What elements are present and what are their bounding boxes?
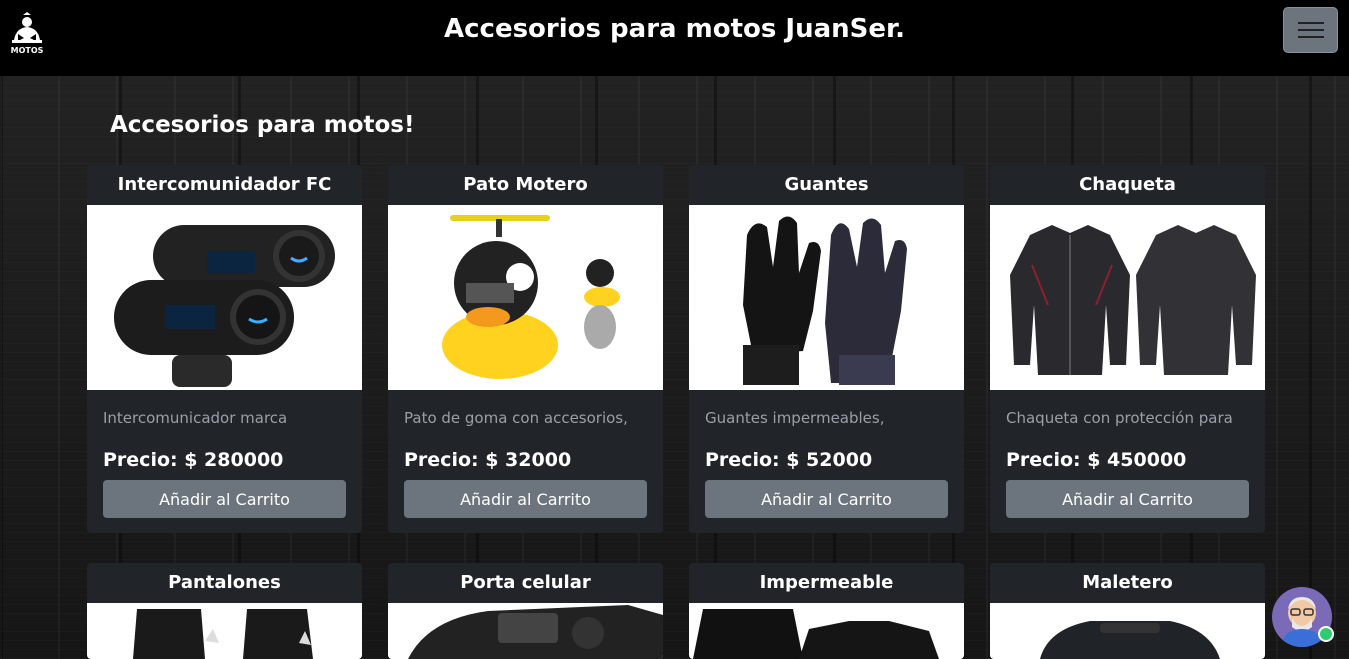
product-card: Intercomunidador FC Intercomunicador mar… — [87, 165, 362, 533]
section-title: Accesorios para motos! — [110, 112, 415, 138]
navbar-toggler-button[interactable] — [1283, 7, 1338, 53]
product-description: Chaqueta con protección para — [1006, 409, 1233, 427]
product-card: Impermeable — [689, 563, 964, 659]
navbar: MOTOS Accesorios para motos JuanSer. — [0, 0, 1349, 76]
product-name: Impermeable — [759, 572, 894, 593]
site-title: Accesorios para motos JuanSer. — [444, 14, 905, 44]
top-case-image — [990, 603, 1265, 659]
gloves-image — [689, 205, 964, 390]
logo-text: MOTOS — [10, 46, 44, 55]
rubber-duck-image — [388, 205, 663, 390]
product-description: Guantes impermeables, — [705, 409, 885, 427]
product-description: Pato de goma con accesorios, — [404, 409, 628, 427]
product-name: Pantalones — [168, 572, 281, 593]
product-price: Precio: $ 280000 — [103, 449, 284, 471]
product-price: Precio: $ 32000 — [404, 449, 572, 471]
product-card: Maletero — [990, 563, 1265, 659]
product-name: Intercomunidador FC — [117, 174, 332, 195]
product-name: Guantes — [784, 174, 869, 195]
product-name: Chaqueta — [1079, 174, 1176, 195]
raincoat-image — [689, 603, 964, 659]
product-price: Precio: $ 52000 — [705, 449, 873, 471]
product-card: Pantalones — [87, 563, 362, 659]
product-description: Intercomunicador marca — [103, 409, 288, 427]
product-card: Guantes Guantes impermeables, Precio: $ … — [689, 165, 964, 533]
product-card: Pato Motero Pato de goma con accesorios,… — [388, 165, 663, 533]
product-card: Porta celular — [388, 563, 663, 659]
add-to-cart-button[interactable]: Añadir al Carrito — [404, 480, 647, 518]
product-price: Precio: $ 450000 — [1006, 449, 1187, 471]
product-name: Maletero — [1082, 572, 1173, 593]
jacket-image — [990, 205, 1265, 390]
hamburger-menu-icon — [1298, 22, 1324, 24]
add-to-cart-button[interactable]: Añadir al Carrito — [103, 480, 346, 518]
add-to-cart-button[interactable]: Añadir al Carrito — [1006, 480, 1249, 518]
product-name: Pato Motero — [463, 174, 588, 195]
pants-image — [87, 603, 362, 659]
intercom-image — [87, 205, 362, 390]
online-status-indicator — [1318, 626, 1334, 642]
phone-holder-image — [388, 603, 663, 659]
add-to-cart-button[interactable]: Añadir al Carrito — [705, 480, 948, 518]
product-name: Porta celular — [460, 572, 591, 593]
product-card: Chaqueta Chaqueta con protección para Pr… — [990, 165, 1265, 533]
